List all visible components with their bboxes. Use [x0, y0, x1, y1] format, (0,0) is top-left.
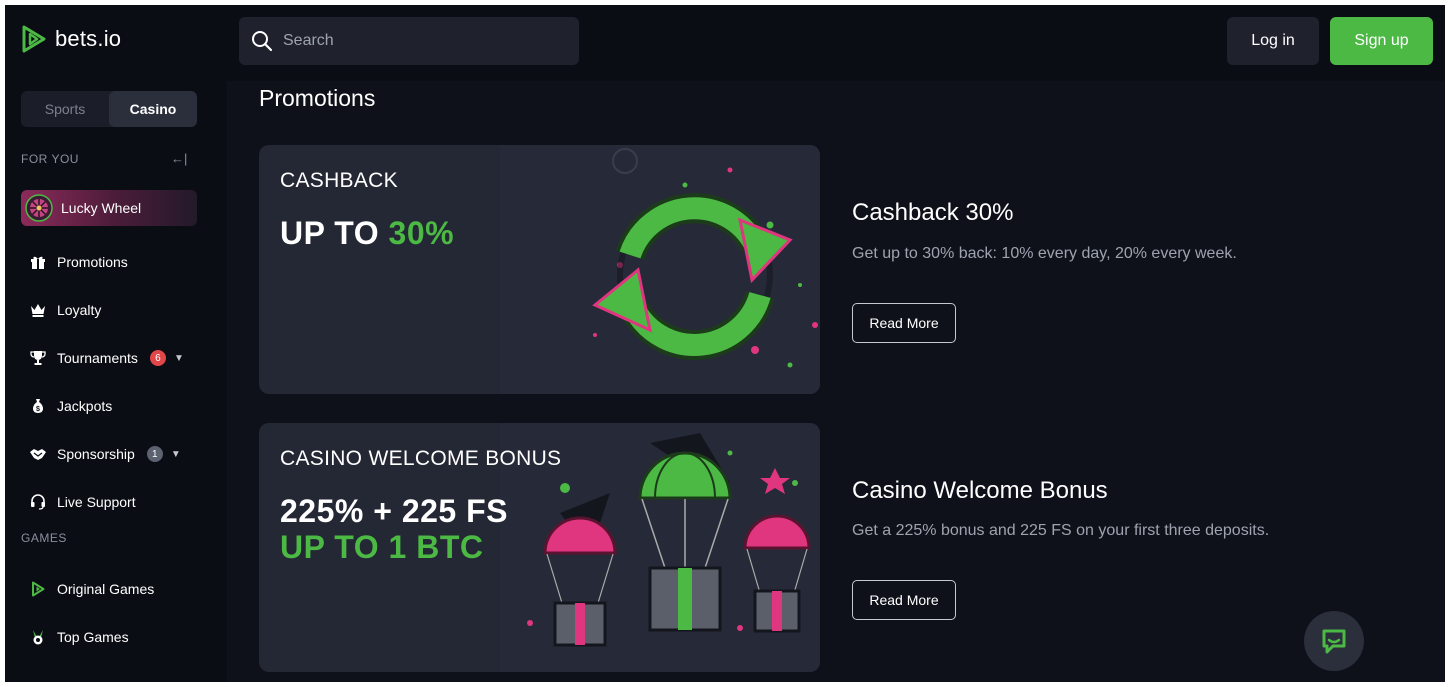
- cashback-arrows-illustration: [500, 145, 820, 394]
- sidebar-item-label: Promotions: [57, 254, 128, 270]
- chevron-down-icon[interactable]: ▼: [174, 353, 184, 364]
- promo-description: Get up to 30% back: 10% every day, 20% e…: [852, 245, 1237, 262]
- mode-switch: Sports Casino: [21, 91, 197, 127]
- page-title: Promotions: [259, 85, 376, 111]
- sidebar-item-label: Original Games: [57, 581, 155, 597]
- logo[interactable]: bets.io: [21, 25, 121, 53]
- chat-icon: [1322, 629, 1346, 654]
- sidebar-item-label: Loyalty: [57, 302, 102, 318]
- lucky-wheel-icon: [25, 194, 53, 222]
- tab-sports[interactable]: Sports: [21, 91, 109, 127]
- banner-headline-highlight: 30%: [388, 215, 455, 251]
- search-input[interactable]: [281, 31, 565, 51]
- promo-title: Casino Welcome Bonus: [852, 477, 1108, 504]
- lucky-wheel-label: Lucky Wheel: [61, 200, 142, 216]
- crown-icon: [29, 301, 47, 319]
- promo-title: Cashback 30%: [852, 199, 1014, 226]
- games-label: GAMES: [21, 531, 67, 545]
- signup-button[interactable]: Sign up: [1330, 17, 1433, 65]
- sidebar-item-sponsorship[interactable]: Sponsorship 1 ▼: [29, 442, 181, 466]
- brand-name: bets.io: [55, 26, 122, 51]
- sidebar-item-label: Sponsorship: [57, 446, 135, 462]
- banner-caption: CASINO WELCOME BONUS: [280, 447, 562, 470]
- sidebar-item-label: Tournaments: [57, 350, 138, 366]
- handshake-icon: [29, 445, 47, 463]
- sidebar-item-lucky-wheel[interactable]: Lucky Wheel: [21, 190, 197, 226]
- read-more-button[interactable]: Read More: [852, 303, 956, 343]
- sidebar-item-original-games[interactable]: Original Games: [29, 577, 154, 601]
- live-chat-button[interactable]: [1304, 611, 1364, 671]
- chevron-down-icon[interactable]: ▼: [171, 449, 181, 460]
- search-icon: [252, 31, 273, 52]
- sidebar-item-top-games[interactable]: Top Games: [29, 625, 129, 649]
- promo-banner-welcome-bonus[interactable]: CASINO WELCOME BONUS 225% + 225 FS UP TO…: [259, 423, 820, 672]
- top-header: Log in Sign up: [227, 5, 1445, 81]
- promo-banner-cashback[interactable]: CASHBACK UP TO 30%: [259, 145, 820, 394]
- banner-headline-highlight: UP TO 1 BTC: [280, 529, 484, 565]
- tournaments-count-badge: 6: [149, 350, 166, 366]
- bets-logo-icon: [22, 25, 46, 53]
- collapse-sidebar-icon[interactable]: ←|: [171, 151, 187, 166]
- sidebar-item-jackpots[interactable]: $ Jackpots: [29, 394, 112, 418]
- banner-headline: UP TO 30%: [280, 215, 454, 252]
- banner-caption: CASHBACK: [280, 169, 398, 192]
- promo-description: Get a 225% bonus and 225 FS on your firs…: [852, 522, 1270, 539]
- app-window: bets.io Sports Casino FOR YOU ←| Lucky W…: [5, 5, 1445, 682]
- banner-headline-text: 225% + 225 FS: [280, 493, 508, 529]
- tab-casino[interactable]: Casino: [109, 91, 197, 127]
- login-button[interactable]: Log in: [1227, 17, 1319, 65]
- search-box[interactable]: [239, 17, 579, 65]
- svg-text:$: $: [36, 406, 40, 413]
- sidebar-item-label: Live Support: [57, 494, 136, 510]
- sidebar-item-promotions[interactable]: Promotions: [29, 250, 128, 274]
- headset-icon: [29, 493, 47, 511]
- read-more-button[interactable]: Read More: [852, 580, 956, 620]
- sidebar: bets.io Sports Casino FOR YOU ←| Lucky W…: [5, 5, 227, 682]
- sidebar-item-loyalty[interactable]: Loyalty: [29, 298, 101, 322]
- sponsorship-count-badge: 1: [146, 446, 163, 462]
- sidebar-item-tournaments[interactable]: Tournaments 6 ▼: [29, 346, 184, 370]
- money-bag-icon: $: [29, 397, 47, 415]
- sidebar-item-label: Jackpots: [57, 398, 113, 414]
- for-you-label: FOR YOU: [21, 152, 79, 166]
- trophy-icon: [29, 349, 47, 367]
- gift-icon: [29, 253, 47, 271]
- sidebar-item-label: Top Games: [57, 629, 129, 645]
- bets-logo-icon: [29, 580, 47, 598]
- banner-headline-text: UP TO: [280, 215, 389, 251]
- sidebar-item-live-support[interactable]: Live Support: [29, 490, 136, 514]
- medal-icon: [29, 628, 47, 646]
